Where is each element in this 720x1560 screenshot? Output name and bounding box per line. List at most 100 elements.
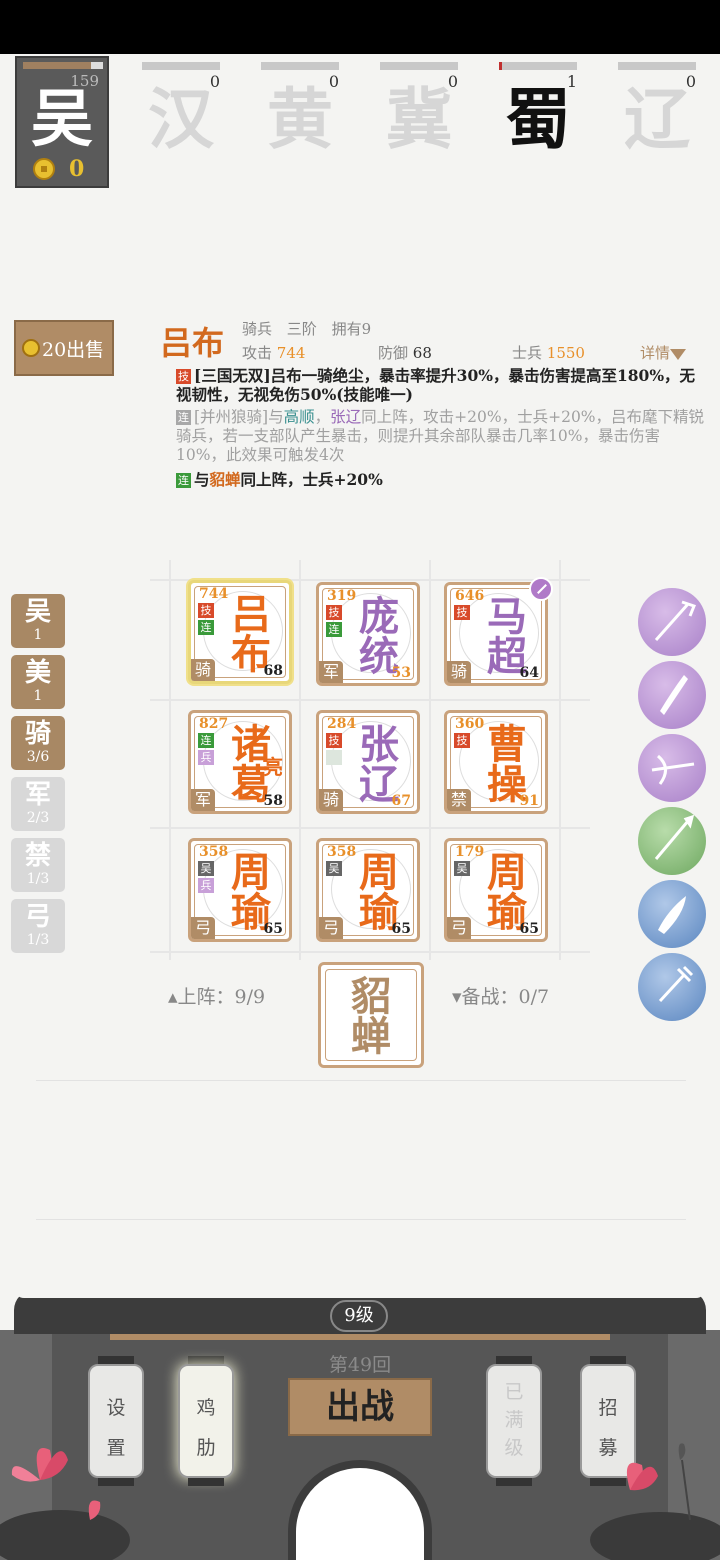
hero-card[interactable]: 358 吴兵 周 瑜 弓 65 — [188, 838, 292, 942]
hero-level: 58 — [263, 793, 283, 809]
hero-type-badge: 弓 — [447, 917, 471, 939]
gate-beam — [110, 1334, 610, 1340]
faction-han[interactable]: 0 汉 — [142, 60, 226, 170]
hero-rank: 三阶 — [286, 320, 317, 338]
hero-type-badge: 弓 — [191, 917, 215, 939]
link-description: 连 [并州狼骑]与高顺，张辽同上阵，攻击+20%，士兵+20%，吕布麾下精锐骑兵，… — [176, 408, 706, 465]
hero-name-char: 周 — [231, 849, 271, 896]
coin-count: 0 — [69, 156, 85, 182]
mace-icon[interactable] — [638, 953, 706, 1021]
linked-hero: 貂蝉 — [209, 470, 241, 489]
hero-card[interactable]: 284 技 张 辽 骑 67 — [316, 710, 420, 814]
faction-bar — [499, 62, 577, 70]
stat-attack: 攻击 744 — [242, 342, 305, 363]
skill-description: 技 [三国无双]吕布一骑绝尘，暴击率提升30%，暴击伤害提高至180%，无视韧性，… — [176, 366, 706, 404]
link-tag: 连 — [176, 410, 191, 425]
hero-tags: 技 — [454, 733, 472, 748]
reserve-area[interactable] — [36, 1080, 686, 1220]
sell-button[interactable]: 20出售 — [14, 320, 114, 376]
synergy-count: 2/3 — [26, 810, 50, 826]
synergy-count: 3/6 — [26, 749, 50, 765]
faction-label: 黄 — [267, 80, 333, 158]
synergy-tab[interactable]: 禁 1/3 — [11, 838, 65, 892]
hero-tags: 连兵 — [198, 733, 216, 765]
lotus-decoration-icon — [0, 1448, 130, 1560]
hero-owned: 拥有9 — [331, 320, 372, 338]
halberd-icon[interactable] — [638, 588, 706, 656]
faction-label: 辽 — [624, 80, 690, 158]
synergy-tab[interactable]: 吴1 — [11, 594, 65, 648]
synergy-count: 1 — [33, 688, 43, 704]
hero-tag: 连 — [198, 733, 214, 748]
hero-type-badge: 骑 — [191, 659, 215, 681]
faction-liao[interactable]: 0 辽 — [618, 60, 702, 170]
hero-level: 65 — [263, 921, 283, 937]
hero-tags: 技 — [326, 733, 344, 765]
hero-name-char: 马 — [487, 593, 527, 640]
faction-label: 蜀 — [505, 80, 571, 158]
level-up-button[interactable]: 已满级 — [484, 1356, 544, 1486]
boost-button[interactable]: 鸡肋 — [176, 1356, 236, 1486]
hero-tags: 吴 — [454, 861, 472, 876]
faction-bar — [261, 62, 339, 70]
hero-card[interactable]: 646 技 马 超 骑 64 — [444, 577, 553, 686]
hero-tag: 吴 — [326, 861, 342, 876]
fight-button[interactable]: 出战 — [288, 1378, 432, 1436]
hero-name-char: 周 — [487, 849, 527, 896]
synergy-name: 骑 — [24, 719, 51, 749]
coin-icon — [22, 339, 40, 357]
linked-hero: 高顺 — [283, 408, 315, 426]
stat-value: 68 — [412, 344, 432, 362]
synergy-tab[interactable]: 弓 1/3 — [11, 899, 65, 953]
hero-tag: 兵 — [198, 878, 214, 893]
synergy-count: 1/3 — [26, 871, 50, 887]
hero-type-badge: 军 — [319, 661, 343, 683]
faction-label: 冀 — [386, 80, 452, 158]
hero-card[interactable]: 319 技连 庞 统 军 53 — [316, 582, 420, 686]
synergy-tab[interactable]: 军 2/3 — [11, 777, 65, 831]
crossbow-icon[interactable] — [638, 734, 706, 802]
status-bar — [0, 0, 720, 54]
hero-type-badge: 禁 — [447, 789, 471, 811]
hero-card[interactable]: 358 吴 周 瑜 弓 65 — [316, 838, 420, 942]
hero-tags: 技连 — [198, 603, 216, 635]
stat-label: 攻击 — [242, 344, 273, 362]
hero-card[interactable]: 179 吴 周 瑜 弓 65 — [444, 838, 548, 942]
hero-card[interactable]: 360 技 曹 操 禁 91 — [444, 710, 548, 814]
hero-card[interactable]: 827 连兵 诸 葛 亮 军 58 — [188, 710, 292, 814]
faction-bar — [380, 62, 458, 70]
skill-text: [三国无双]吕布一骑绝尘，暴击率提升30%，暴击伤害提高至180%，无视韧性，无… — [176, 366, 696, 404]
link-text: 同上阵，士兵+20% — [240, 470, 383, 489]
hero-tag: 技 — [326, 733, 342, 748]
synergy-count: 1 — [33, 627, 43, 643]
faction-ji[interactable]: 0 冀 — [380, 60, 464, 170]
maxed-label: 已满级 — [504, 1381, 524, 1459]
coin-icon — [33, 158, 55, 180]
equipment-badge-icon — [529, 577, 553, 601]
synergy-name: 弓 — [24, 902, 51, 932]
linked-hero: 张辽 — [330, 408, 362, 426]
deploy-count: ▴上阵：9/9 — [168, 986, 266, 1008]
faction-label: 汉 — [148, 80, 214, 158]
stat-defense: 防御 68 — [378, 342, 432, 363]
player-level: 9级 — [330, 1300, 388, 1332]
hero-tag: 连 — [326, 622, 342, 637]
synergy-tab[interactable]: 美1 — [11, 655, 65, 709]
roof-edge — [14, 1288, 706, 1298]
hero-tag: 技 — [198, 603, 214, 618]
synergy-tab[interactable]: 骑 3/6 — [11, 716, 65, 770]
hero-level: 65 — [519, 921, 539, 937]
saber-icon[interactable] — [638, 880, 706, 948]
spear-icon[interactable] — [638, 807, 706, 875]
bench-hero-card[interactable]: 貂 蝉 — [318, 962, 424, 1068]
faction-shu[interactable]: 1 蜀 — [499, 60, 583, 170]
chevron-down-icon — [670, 348, 687, 360]
blade-icon[interactable] — [638, 661, 706, 729]
link-text: 与 — [194, 470, 210, 489]
faction-huang[interactable]: 0 黄 — [261, 60, 345, 170]
hero-card[interactable]: 744 技连 吕 布 骑 68 — [188, 580, 292, 684]
faction-bar — [142, 62, 220, 70]
hero-tags: 技 — [454, 605, 472, 620]
hero-tag: 技 — [454, 733, 470, 748]
detail-link[interactable]: 详情 — [640, 342, 687, 363]
